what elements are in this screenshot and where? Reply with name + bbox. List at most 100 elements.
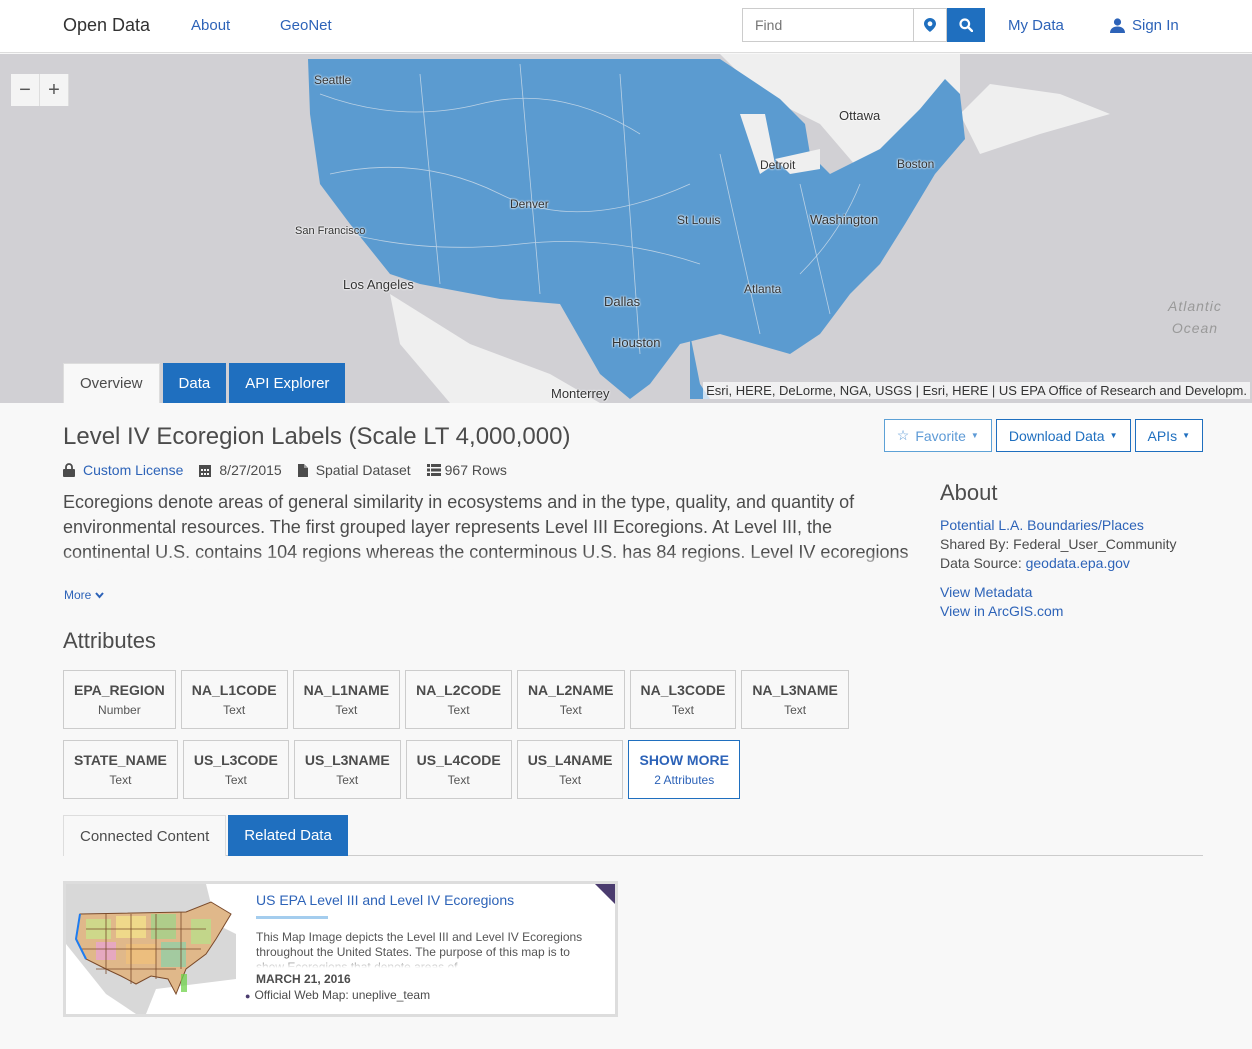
sign-in-link[interactable]: Sign In [1110,17,1179,34]
attribute-tile[interactable]: US_L3NAME Text [293,740,401,799]
user-icon [1110,18,1125,33]
ecoregion-map [300,54,1252,403]
attribute-tile[interactable]: NA_L2CODE Text [405,670,512,729]
content-tabs: Connected Content Related Data [63,815,1203,856]
attribute-name: NA_L3NAME [752,682,838,698]
attribute-tile[interactable]: NA_L3NAME Text [741,670,849,729]
tab-overview[interactable]: Overview [63,363,160,403]
attribute-tile[interactable]: US_L3CODE Text [182,740,289,799]
attribute-type: Text [784,703,807,717]
search-button[interactable] [947,8,985,42]
dataset-title: Level IV Ecoregion Labels (Scale LT 4,00… [63,423,571,450]
attribute-row: STATE_NAME Text US_L3CODE Text US_L3NAME Text… [63,740,913,799]
city-label: Seattle [314,73,352,87]
star-icon: ☆ [896,427,910,443]
attribute-type: Text [447,773,470,787]
zoom-in-button[interactable]: + [40,74,69,106]
map-view[interactable]: − + Seattle Ottawa Detroit Boston Denver… [0,54,1252,403]
nav-geonet[interactable]: GeoNet [280,17,332,34]
list-icon [426,464,441,476]
attribute-tile[interactable]: US_L4CODE Text [405,740,512,799]
file-icon [297,463,308,477]
attribute-type: Text [671,703,694,717]
attribute-row: EPA_REGION Number NA_L1CODE Text NA_L1NAME Te… [63,670,913,729]
card-title[interactable]: US EPA Level III and Level IV Ecoregions [256,892,601,908]
attribute-tile[interactable]: NA_L3CODE Text [629,670,737,729]
dataset-description: Ecoregions denote areas of general simil… [63,490,913,570]
card-thumbnail [66,884,236,1014]
caret-down-icon: ▼ [970,431,979,440]
license-link[interactable]: Custom License [83,462,183,478]
attribute-tile[interactable]: US_L4NAME Text [516,740,624,799]
attribute-tile[interactable]: NA_L2NAME Text [516,670,625,729]
attribute-type: Text [223,703,246,717]
dataset-rows: 967 Rows [444,462,507,478]
download-data-button[interactable]: Download Data ▼ [995,419,1131,452]
view-metadata-link[interactable]: View Metadata [940,584,1032,600]
sign-in-label: Sign In [1132,17,1179,34]
dataset-meta: Custom License 8/27/2015 Spatial Dataset… [63,462,523,478]
favorite-button[interactable]: ☆ Favorite ▼ [883,419,992,452]
dataset-date: 8/27/2015 [219,462,282,478]
my-data-link[interactable]: My Data [1008,17,1064,34]
location-button[interactable] [913,8,947,42]
shared-by: Shared By: Federal_User_Community [940,536,1177,552]
zoom-out-button[interactable]: − [11,74,40,106]
attribute-name: US_L4CODE [416,752,501,768]
more-toggle[interactable]: More [64,588,104,602]
attribute-type: Text [559,703,582,717]
attribute-type: Text [224,773,247,787]
attribute-type: Number [98,703,141,717]
attribute-name: NA_L2CODE [416,682,501,698]
attribute-name: NA_L3CODE [640,682,726,698]
site-brand[interactable]: Open Data [63,15,150,36]
map-pin-icon [924,18,936,32]
dataset-type: Spatial Dataset [315,462,411,478]
apis-button[interactable]: APIs ▼ [1134,419,1203,452]
city-label: Washington [810,212,879,227]
calendar-icon [199,464,212,477]
attribute-tile[interactable]: EPA_REGION Number [63,670,176,729]
city-label: Dallas [604,294,641,309]
tab-data[interactable]: Data [162,363,227,403]
attribute-tile[interactable]: STATE_NAME Text [63,740,178,799]
view-tabs: Overview Data API Explorer [63,363,348,403]
card-owner: ● Official Web Map: uneplive_team [245,988,431,1002]
card-date: MARCH 21, 2016 [256,972,351,986]
attribute-type: Text [109,773,132,787]
chevron-down-icon [94,592,104,599]
city-label: Houston [612,335,661,350]
attribute-type: Text [559,773,582,787]
show-more-attributes-button[interactable]: SHOW MORE 2 Attributes [628,740,740,799]
attribute-tile[interactable]: NA_L1CODE Text [180,670,288,729]
attribute-type: Text [336,773,359,787]
thumbnail-map [66,884,236,1014]
category-link[interactable]: Potential L.A. Boundaries/Places [940,517,1144,533]
city-label: Detroit [760,158,796,172]
attribute-type: Text [335,703,358,717]
caret-down-icon: ▼ [1109,431,1118,440]
map-attribution: Esri, HERE, DeLorme, NGA, USGS | Esri, H… [703,382,1250,399]
city-label: Boston [897,157,935,171]
card-corner-ribbon [595,884,615,904]
attribute-name: US_L3NAME [304,752,390,768]
view-arcgis-link[interactable]: View in ArcGIS.com [940,603,1063,619]
card-description: This Map Image depicts the Level III and… [256,930,601,968]
show-more-label: SHOW MORE [639,752,729,768]
data-source-link[interactable]: geodata.epa.gov [1026,555,1130,571]
tab-connected-content[interactable]: Connected Content [63,815,227,856]
attributes-grid: EPA_REGION Number NA_L1CODE Text NA_L1NAME Te… [63,670,913,810]
attribute-name: EPA_REGION [74,682,165,698]
related-item-card[interactable]: US EPA Level III and Level IV Ecoregions… [63,881,618,1017]
attribute-name: NA_L2NAME [527,682,614,698]
city-label: Monterrey [551,386,610,401]
city-label: Ottawa [839,108,881,123]
nav-about[interactable]: About [191,17,230,34]
city-label: Denver [510,197,549,211]
tab-related-data[interactable]: Related Data [228,815,348,856]
search-input[interactable] [742,8,914,42]
attribute-type: Text [447,703,470,717]
city-label: St Louis [677,213,721,227]
attribute-tile[interactable]: NA_L1NAME Text [292,670,401,729]
tab-api-explorer[interactable]: API Explorer [229,363,346,403]
